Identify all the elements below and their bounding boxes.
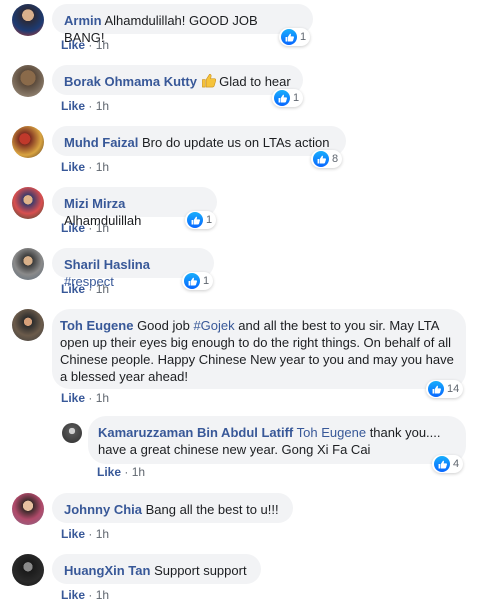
reaction-count[interactable]: 1 bbox=[279, 28, 311, 46]
comment-bubble: Kamaruzzaman Bin Abdul Latiff Toh Eugene… bbox=[88, 416, 466, 464]
reaction-number: 1 bbox=[293, 92, 300, 104]
reaction-count[interactable]: 8 bbox=[311, 150, 343, 168]
comment-text: Support support bbox=[154, 563, 247, 578]
comment-text: Bang all the best to u!!! bbox=[145, 502, 279, 517]
separator: · bbox=[88, 527, 93, 541]
like-link[interactable]: Like bbox=[61, 160, 85, 174]
avatar[interactable] bbox=[12, 187, 44, 219]
comment-text: Bro do update us on LTAs action bbox=[142, 135, 330, 150]
avatar[interactable] bbox=[12, 248, 44, 280]
timestamp[interactable]: 1h bbox=[96, 38, 109, 52]
reaction-count[interactable]: 1 bbox=[272, 89, 304, 107]
timestamp[interactable]: 1h bbox=[96, 282, 109, 296]
comment-meta: Like · 1h bbox=[61, 527, 109, 541]
separator: · bbox=[88, 391, 93, 405]
like-link[interactable]: Like bbox=[61, 588, 85, 602]
separator: · bbox=[88, 99, 93, 113]
separator: · bbox=[124, 465, 129, 479]
like-link[interactable]: Like bbox=[61, 282, 85, 296]
comment-author[interactable]: Sharil Haslina bbox=[64, 257, 150, 272]
reaction-count[interactable]: 1 bbox=[185, 211, 217, 229]
hashtag-link[interactable]: #Gojek bbox=[193, 318, 234, 333]
comment-bubble: Borak Ohmama Kutty Glad to hear bbox=[52, 65, 303, 95]
timestamp[interactable]: 1h bbox=[96, 99, 109, 113]
comment-bubble: Muhd Faizal Bro do update us on LTAs act… bbox=[52, 126, 346, 156]
like-reaction-icon bbox=[428, 381, 444, 397]
comment-author[interactable]: Toh Eugene bbox=[60, 318, 133, 333]
comment-bubble: HuangXin Tan Support support bbox=[52, 554, 261, 584]
avatar[interactable] bbox=[12, 309, 44, 341]
like-link[interactable]: Like bbox=[61, 527, 85, 541]
like-reaction-icon bbox=[434, 456, 450, 472]
separator: · bbox=[88, 160, 93, 174]
comment-text-pre: Good job bbox=[137, 318, 190, 333]
reaction-number: 1 bbox=[203, 275, 210, 287]
like-reaction-icon bbox=[274, 90, 290, 106]
avatar[interactable] bbox=[62, 423, 82, 443]
timestamp[interactable]: 1h bbox=[96, 160, 109, 174]
like-link[interactable]: Like bbox=[97, 465, 121, 479]
like-reaction-icon bbox=[184, 273, 200, 289]
comment-bubble: Toh Eugene Good job #Gojek and all the b… bbox=[52, 309, 466, 389]
comment-meta: Like · 1h bbox=[97, 465, 145, 479]
reaction-number: 14 bbox=[447, 383, 460, 395]
comment-author[interactable]: Kamaruzzaman Bin Abdul Latiff bbox=[98, 425, 293, 440]
reaction-number: 4 bbox=[453, 458, 460, 470]
comment-author[interactable]: HuangXin Tan bbox=[64, 563, 150, 578]
timestamp[interactable]: 1h bbox=[96, 588, 109, 602]
comment-meta: Like · 1h bbox=[61, 221, 109, 235]
separator: · bbox=[88, 282, 93, 296]
comment-text: Glad to hear bbox=[219, 74, 291, 89]
timestamp[interactable]: 1h bbox=[96, 527, 109, 541]
avatar[interactable] bbox=[12, 493, 44, 525]
reaction-number: 1 bbox=[300, 31, 307, 43]
comment-author[interactable]: Borak Ohmama Kutty bbox=[64, 74, 197, 89]
comment-meta: Like · 1h bbox=[61, 282, 109, 296]
like-reaction-icon bbox=[187, 212, 203, 228]
reaction-number: 1 bbox=[206, 214, 213, 226]
separator: · bbox=[88, 38, 93, 52]
comment-bubble: Armin Alhamdulillah! GOOD JOB BANG! bbox=[52, 4, 313, 45]
comment-author[interactable]: Muhd Faizal bbox=[64, 135, 138, 150]
timestamp[interactable]: 1h bbox=[96, 391, 109, 405]
timestamp[interactable]: 1h bbox=[132, 465, 145, 479]
avatar[interactable] bbox=[12, 4, 44, 36]
like-link[interactable]: Like bbox=[61, 221, 85, 235]
comment-bubble: Johnny Chia Bang all the best to u!!! bbox=[52, 493, 293, 523]
like-reaction-icon bbox=[281, 29, 297, 45]
comment-meta: Like · 1h bbox=[61, 160, 109, 174]
comment-author[interactable]: Mizi Mirza bbox=[64, 196, 125, 211]
reaction-count[interactable]: 4 bbox=[432, 455, 464, 473]
comment-meta: Like · 1h bbox=[61, 588, 109, 602]
comment-author[interactable]: Johnny Chia bbox=[64, 502, 142, 517]
comment-meta: Like · 1h bbox=[61, 99, 109, 113]
separator: · bbox=[88, 221, 93, 235]
like-link[interactable]: Like bbox=[61, 38, 85, 52]
comment-meta: Like · 1h bbox=[61, 38, 109, 52]
avatar[interactable] bbox=[12, 126, 44, 158]
like-link[interactable]: Like bbox=[61, 99, 85, 113]
like-link[interactable]: Like bbox=[61, 391, 85, 405]
reaction-count[interactable]: 1 bbox=[182, 272, 214, 290]
thumbs-up-emoji-icon bbox=[201, 73, 216, 92]
separator: · bbox=[88, 588, 93, 602]
mention-link[interactable]: Toh Eugene bbox=[297, 425, 366, 440]
reaction-count[interactable]: 14 bbox=[426, 380, 464, 398]
avatar[interactable] bbox=[12, 554, 44, 586]
like-reaction-icon bbox=[313, 151, 329, 167]
reaction-number: 8 bbox=[332, 153, 339, 165]
avatar[interactable] bbox=[12, 65, 44, 97]
timestamp[interactable]: 1h bbox=[96, 221, 109, 235]
comment-author[interactable]: Armin bbox=[64, 13, 102, 28]
comment-meta: Like · 1h bbox=[61, 391, 109, 405]
